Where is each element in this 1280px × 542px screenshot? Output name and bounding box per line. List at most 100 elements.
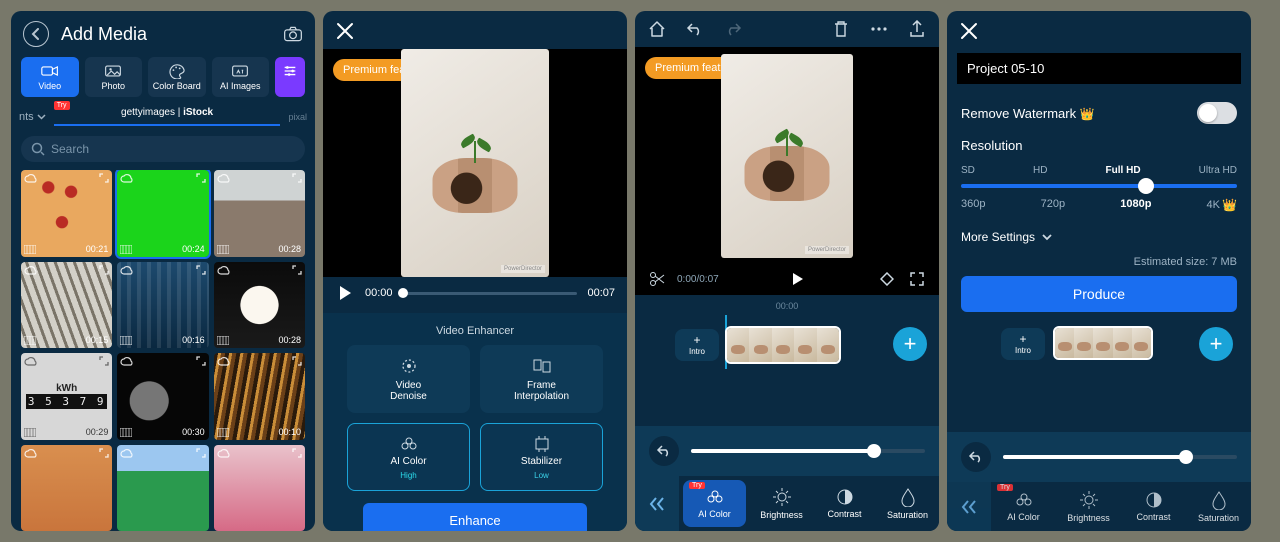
media-thumb[interactable]: 00:10 xyxy=(214,353,305,440)
produce-button[interactable]: Produce xyxy=(961,276,1237,312)
timeline-clip[interactable] xyxy=(725,326,841,364)
play-button[interactable] xyxy=(788,269,808,289)
media-tabs: Video Photo Color Board AI Images xyxy=(11,57,315,105)
fullscreen-button[interactable] xyxy=(907,269,927,289)
seek-knob[interactable] xyxy=(398,288,408,298)
slider-knob[interactable] xyxy=(1138,178,1154,194)
resolution-categories: SD HD Full HD Ultra HD xyxy=(947,157,1251,178)
video-frame: PowerDirector xyxy=(401,49,549,277)
opt-stabilizer[interactable]: Stabilizer Low xyxy=(480,423,603,491)
tool-contrast[interactable]: Contrast xyxy=(1121,482,1186,531)
tool-label: Contrast xyxy=(827,509,861,519)
slider-knob[interactable] xyxy=(867,444,881,458)
close-button[interactable] xyxy=(335,21,357,43)
chevron-left-icon xyxy=(31,28,41,40)
add-clip-button[interactable]: + xyxy=(1199,327,1233,361)
undo-button[interactable] xyxy=(685,19,705,39)
diamond-icon xyxy=(880,272,894,286)
source-recents[interactable]: nts xyxy=(19,111,46,123)
tool-saturation[interactable]: Saturation xyxy=(876,476,939,531)
tab-video[interactable]: Video xyxy=(21,57,79,97)
value-slider[interactable] xyxy=(1003,455,1237,459)
search-input[interactable]: Search xyxy=(21,136,305,162)
opt-label: Video Denoise xyxy=(390,380,427,402)
media-thumb[interactable]: 00:15 xyxy=(21,262,112,349)
tools-back-button[interactable] xyxy=(635,476,679,531)
project-name-input[interactable]: Project 05-10 xyxy=(957,53,1241,84)
tab-photo[interactable]: Photo xyxy=(85,57,143,97)
resolution-slider[interactable] xyxy=(961,184,1237,188)
media-thumb[interactable]: 00:30 xyxy=(117,353,208,440)
media-thumb[interactable]: 00:16 xyxy=(117,262,208,349)
tool-saturation[interactable]: Saturation xyxy=(1186,482,1251,531)
tab-fx[interactable] xyxy=(275,57,305,97)
timeline-clip[interactable] xyxy=(1053,326,1153,360)
source-getty[interactable]: Try gettyimages | iStock xyxy=(54,107,281,126)
interpolation-icon xyxy=(531,356,553,376)
camera-button[interactable] xyxy=(283,24,303,44)
time-total: 00:07 xyxy=(587,287,615,299)
tool-contrast[interactable]: Contrast xyxy=(813,476,876,531)
media-thumb[interactable]: 00:21 xyxy=(21,170,112,257)
media-thumb[interactable] xyxy=(214,445,305,532)
seek-slider[interactable] xyxy=(403,292,578,295)
close-button[interactable] xyxy=(959,21,981,43)
watermark-label: Remove Watermark xyxy=(961,106,1076,121)
opt-interpolation[interactable]: Frame Interpolation xyxy=(480,345,603,413)
more-settings-button[interactable]: More Settings xyxy=(947,224,1251,254)
palette-icon xyxy=(168,63,186,79)
play-button[interactable] xyxy=(335,283,355,303)
watermark-toggle[interactable] xyxy=(1197,102,1237,124)
timeline[interactable]: +Intro + xyxy=(947,322,1251,366)
back-button[interactable] xyxy=(23,21,49,47)
intro-button[interactable]: +Intro xyxy=(1001,328,1045,360)
opt-denoise[interactable]: Video Denoise xyxy=(347,345,470,413)
timeline[interactable]: +Intro + xyxy=(635,315,939,369)
tool-brightness[interactable]: Brightness xyxy=(1056,482,1121,531)
filmstrip-icon xyxy=(120,245,132,254)
tool-label: Contrast xyxy=(1136,512,1170,522)
close-icon xyxy=(335,21,355,41)
thumb-duration: 00:28 xyxy=(278,335,301,345)
source-pixabay[interactable]: pixal xyxy=(288,112,307,122)
estimated-size: Estimated size: 7 MB xyxy=(947,254,1251,274)
video-preview: Premium features used PowerDirector xyxy=(635,47,939,265)
stabilizer-icon xyxy=(531,434,553,452)
aicolor-icon xyxy=(1014,491,1034,509)
delete-button[interactable] xyxy=(831,19,851,39)
tool-aicolor[interactable]: TryAI Color xyxy=(991,482,1056,531)
media-thumb[interactable]: kWh3 5 3 7 900:29 xyxy=(21,353,112,440)
cloud-icon xyxy=(24,173,38,185)
tool-aicolor[interactable]: TryAI Color xyxy=(683,480,746,527)
slider-knob[interactable] xyxy=(1179,450,1193,464)
watermark: PowerDirector xyxy=(805,246,849,254)
denoise-icon xyxy=(398,356,420,376)
tab-aiimages[interactable]: AI Images xyxy=(212,57,270,97)
export-button[interactable] xyxy=(907,19,927,39)
reset-button[interactable] xyxy=(649,436,679,466)
intro-button[interactable]: +Intro xyxy=(675,329,719,361)
bottom-tools: TryAI Color Brightness Contrast Saturati… xyxy=(635,476,939,531)
home-button[interactable] xyxy=(647,19,667,39)
chevron-double-left-icon xyxy=(648,496,666,512)
tools-back-button[interactable] xyxy=(947,482,991,531)
expand-icon xyxy=(292,448,302,458)
reset-button[interactable] xyxy=(961,442,991,472)
media-thumb[interactable]: 00:24 xyxy=(117,170,208,257)
more-button[interactable] xyxy=(869,19,889,39)
search-placeholder: Search xyxy=(51,142,89,156)
filmstrip-icon xyxy=(217,428,229,437)
opt-aicolor[interactable]: AI Color High xyxy=(347,423,470,491)
value-slider[interactable] xyxy=(691,449,925,453)
tool-brightness[interactable]: Brightness xyxy=(750,476,813,531)
media-thumb[interactable] xyxy=(117,445,208,532)
add-clip-button[interactable]: + xyxy=(893,327,927,361)
media-thumb[interactable] xyxy=(21,445,112,532)
tab-colorboard[interactable]: Color Board xyxy=(148,57,206,97)
enhance-button[interactable]: Enhance xyxy=(363,503,587,531)
scissors-button[interactable] xyxy=(647,269,667,289)
keyframe-button[interactable] xyxy=(877,269,897,289)
media-thumb[interactable]: 00:28 xyxy=(214,262,305,349)
media-thumb[interactable]: 00:28 xyxy=(214,170,305,257)
thumb-duration: 00:21 xyxy=(86,244,109,254)
